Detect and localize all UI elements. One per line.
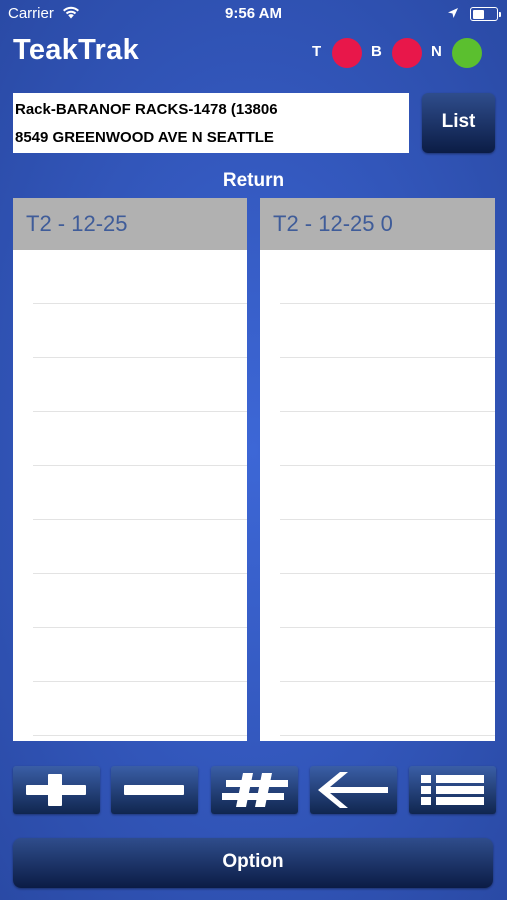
left-panel-header: T2 - 12-25 — [13, 198, 247, 250]
indicator-t-label: T — [312, 43, 322, 60]
list-row[interactable] — [33, 574, 247, 628]
arrow-left-icon — [318, 772, 388, 808]
left-list-panel[interactable]: T2 - 12-25 — [13, 198, 247, 741]
list-row[interactable] — [280, 682, 495, 736]
clock: 9:56 AM — [225, 5, 282, 22]
location-line-2: 8549 GREENWOOD AVE N SEATTLE — [15, 129, 274, 146]
location-arrow-icon — [447, 6, 459, 23]
right-list-panel[interactable]: T2 - 12-25 0 — [260, 198, 495, 741]
minus-icon — [124, 785, 184, 795]
location-field[interactable]: Rack-BARANOF RACKS-1478 (13806 8549 GREE… — [13, 93, 409, 153]
list-button[interactable]: List — [422, 93, 495, 153]
right-panel-header: T2 - 12-25 0 — [260, 198, 495, 250]
menu-list-button[interactable] — [409, 766, 496, 814]
list-row[interactable] — [280, 628, 495, 682]
list-row[interactable] — [280, 304, 495, 358]
plus-icon — [26, 774, 86, 806]
location-line-1: Rack-BARANOF RACKS-1478 (13806 — [15, 101, 278, 118]
section-title: Return — [222, 170, 285, 191]
list-row[interactable] — [33, 628, 247, 682]
list-row[interactable] — [33, 682, 247, 736]
list-row[interactable] — [33, 520, 247, 574]
list-row[interactable] — [280, 358, 495, 412]
list-icon — [421, 775, 484, 805]
indicator-b-label: B — [371, 43, 382, 60]
status-bar: Carrier 9:56 AM — [0, 0, 507, 30]
list-row[interactable] — [33, 412, 247, 466]
list-row[interactable] — [280, 250, 495, 304]
hash-icon — [222, 773, 288, 807]
list-row[interactable] — [33, 250, 247, 304]
list-row[interactable] — [280, 466, 495, 520]
indicator-b-dot — [392, 38, 422, 68]
add-button[interactable] — [13, 766, 100, 814]
battery-icon — [470, 7, 501, 21]
indicator-t-dot — [332, 38, 362, 68]
option-button[interactable]: Option — [13, 838, 493, 888]
back-button[interactable] — [310, 766, 397, 814]
indicator-n-label: N — [431, 43, 442, 60]
number-button[interactable] — [211, 766, 298, 814]
action-toolbar — [13, 766, 496, 814]
list-row[interactable] — [33, 466, 247, 520]
list-row[interactable] — [280, 520, 495, 574]
list-row[interactable] — [33, 304, 247, 358]
subtract-button[interactable] — [111, 766, 198, 814]
list-row[interactable] — [280, 412, 495, 466]
indicator-n-dot — [452, 38, 482, 68]
list-row[interactable] — [33, 358, 247, 412]
app-title: TeakTrak — [13, 34, 140, 66]
list-row[interactable] — [280, 574, 495, 628]
